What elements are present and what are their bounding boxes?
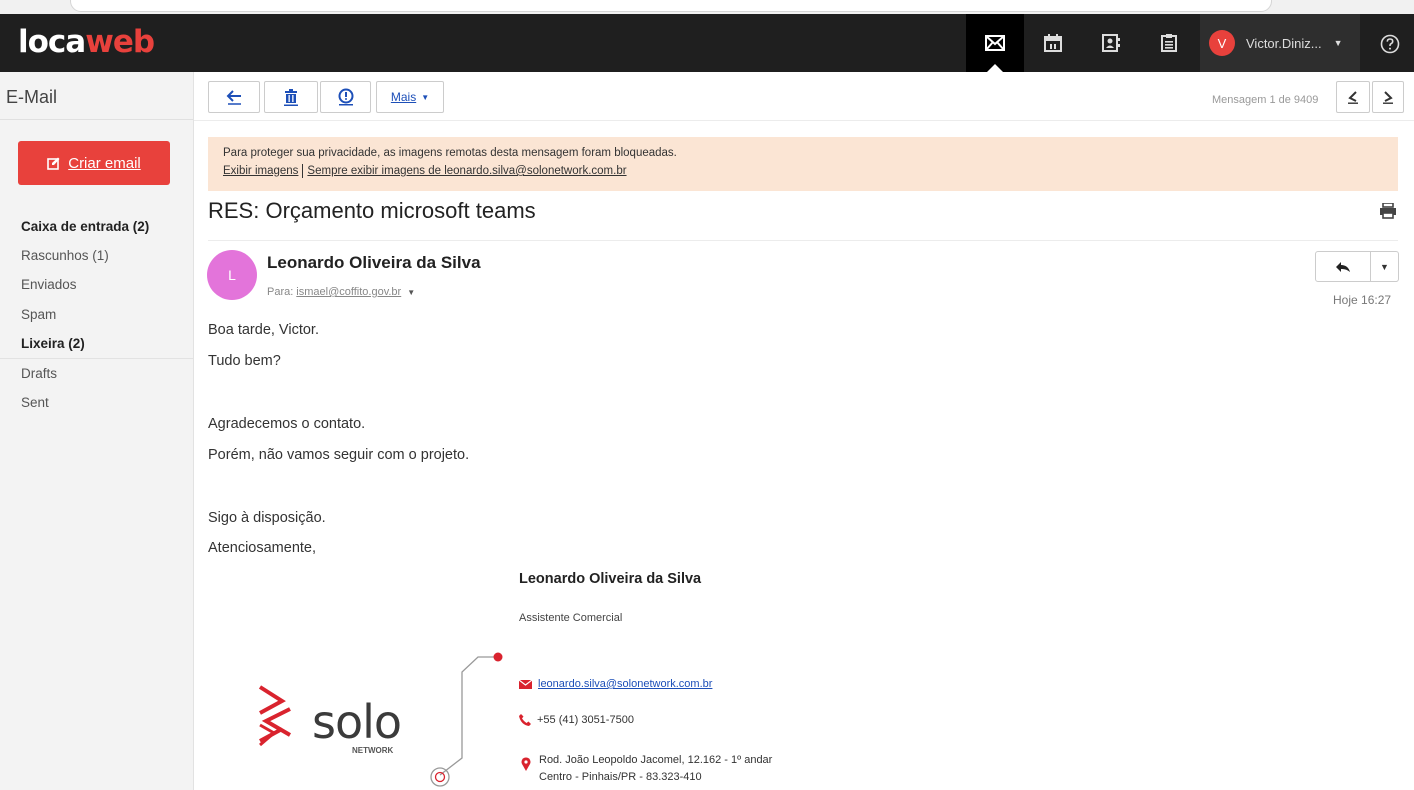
message-toolbar: Mais ▼ Mensagem 1 de 9409 [194,72,1414,121]
body-greeting: Boa tarde, Victor. [208,322,319,338]
to-label: Para: [267,286,294,298]
exclamation-circle-icon [338,88,353,106]
contacts-app-button[interactable] [1082,14,1140,72]
reply-button[interactable] [1316,252,1371,281]
folder-trash[interactable]: Lixeira (2) [0,329,193,359]
tasks-app-button[interactable] [1140,14,1198,72]
privacy-notice: Para proteger sua privacidade, as imagen… [223,147,677,159]
sidebar: E-Mail Criar email Caixa de entrada (2) … [0,72,194,790]
caret-down-icon: ▼ [421,92,430,102]
app-switcher [966,14,1198,72]
signature-email-row: leonardo.silva@solonetwork.com.br [519,678,712,690]
show-images-link[interactable]: Exibir imagens [223,165,298,177]
chevron-left-icon [1348,91,1358,104]
contacts-icon [1102,34,1120,52]
folder-spam[interactable]: Spam [0,300,193,329]
chevron-right-icon [1383,91,1393,104]
previous-message-button[interactable] [1336,81,1370,113]
locaweb-logo[interactable]: locaweb [18,24,155,60]
trash-icon [284,88,298,106]
compose-button[interactable]: Criar email [18,141,170,185]
signature-phone-row: +55 (41) 3051-7500 [519,714,634,727]
chevron-down-icon: ▼ [1333,38,1343,48]
message-subject: RES: Orçamento microsoft teams [208,198,536,223]
always-show-images-link[interactable]: Sempre exibir imagens de leonardo.silva@… [307,165,626,177]
reply-options-dropdown[interactable]: ▼ [1371,252,1398,281]
recipient-address[interactable]: ismael@coffito.gov.br [296,286,401,298]
circuit-decoration [430,652,503,787]
address-line: Centro - Pinhais/PR - 83.323-410 [539,771,702,783]
help-button[interactable] [1380,34,1400,59]
message-time: Hoje 16:27 [1333,293,1392,307]
folder-list: Caixa de entrada (2) Rascunhos (1) Envia… [0,212,193,417]
body-closing: Atenciosamente, [208,540,317,556]
sender-avatar: L [207,250,257,300]
recipient-line: Para: ismael@coffito.gov.br ▼ [267,286,415,298]
reply-button-group: ▼ [1315,251,1399,282]
reply-icon [1336,261,1350,272]
calendar-icon [1044,34,1062,52]
folder-drafts-pt[interactable]: Rascunhos (1) [0,241,193,270]
delete-button[interactable] [264,81,318,113]
signature-name: Leonardo Oliveira da Silva [519,571,702,587]
signature-role: Assistente Comercial [519,612,623,624]
arrow-left-icon [226,90,241,105]
back-button[interactable] [208,81,260,113]
link-divider [302,164,304,178]
blocked-images-banner: Para proteger sua privacidade, as imagen… [208,137,1398,191]
browser-url-bar[interactable] [70,0,1272,12]
sender-name: Leonardo Oliveira da Silva [267,253,481,272]
body-line: Porém, não vamos seguir com o projeto. [208,447,470,463]
envelope-icon [519,679,532,689]
clipboard-icon [1161,34,1177,52]
folder-inbox[interactable]: Caixa de entrada (2) [0,212,193,241]
more-label: Mais [390,90,417,104]
more-actions-button[interactable]: Mais ▼ [376,81,444,113]
address-line: Rod. João Leopoldo Jacomel, 12.162 - 1º … [539,754,773,766]
body-line: Sigo à disposição. [208,510,326,526]
printer-icon [1380,202,1396,219]
edit-icon [47,157,60,170]
folder-drafts[interactable]: Drafts [0,359,193,388]
user-name: Victor.Diniz... [1246,35,1322,51]
solo-logo-subtext: NETWORK [352,746,394,755]
folder-sent[interactable]: Sent [0,388,193,417]
top-bar: locaweb V Victor.Diniz... ▼ [0,14,1414,72]
signature-phone: +55 (41) 3051-7500 [537,714,634,726]
mail-app-button[interactable] [966,14,1024,72]
compose-label: Criar email [68,154,141,172]
caret-down-icon[interactable]: ▼ [407,288,415,297]
divider [208,240,1398,241]
divider [0,119,193,120]
report-spam-button[interactable] [320,81,371,113]
user-menu[interactable]: V Victor.Diniz... ▼ [1200,14,1360,72]
question-circle-icon [1380,34,1400,54]
section-title: E-Mail [6,87,58,107]
calendar-app-button[interactable] [1024,14,1082,72]
next-message-button[interactable] [1372,81,1404,113]
signature-email-link[interactable]: leonardo.silva@solonetwork.com.br [538,678,712,690]
solo-network-logo-mark [258,685,292,747]
browser-address-strip [0,0,1414,14]
phone-icon [519,714,531,727]
map-pin-icon [521,757,531,771]
folder-sent-pt[interactable]: Enviados [0,270,193,299]
signature-address: Rod. João Leopoldo Jacomel, 12.162 - 1º … [539,752,772,786]
caret-down-icon: ▼ [1380,261,1389,272]
body-line: Tudo bem? [208,353,281,369]
body-line: Agradecemos o contato. [208,416,366,432]
message-position: Mensagem 1 de 9409 [1212,94,1319,106]
solo-logo-text: solo [312,695,402,749]
envelope-icon [985,35,1005,51]
print-button[interactable] [1379,202,1397,224]
user-avatar: V [1209,30,1235,56]
